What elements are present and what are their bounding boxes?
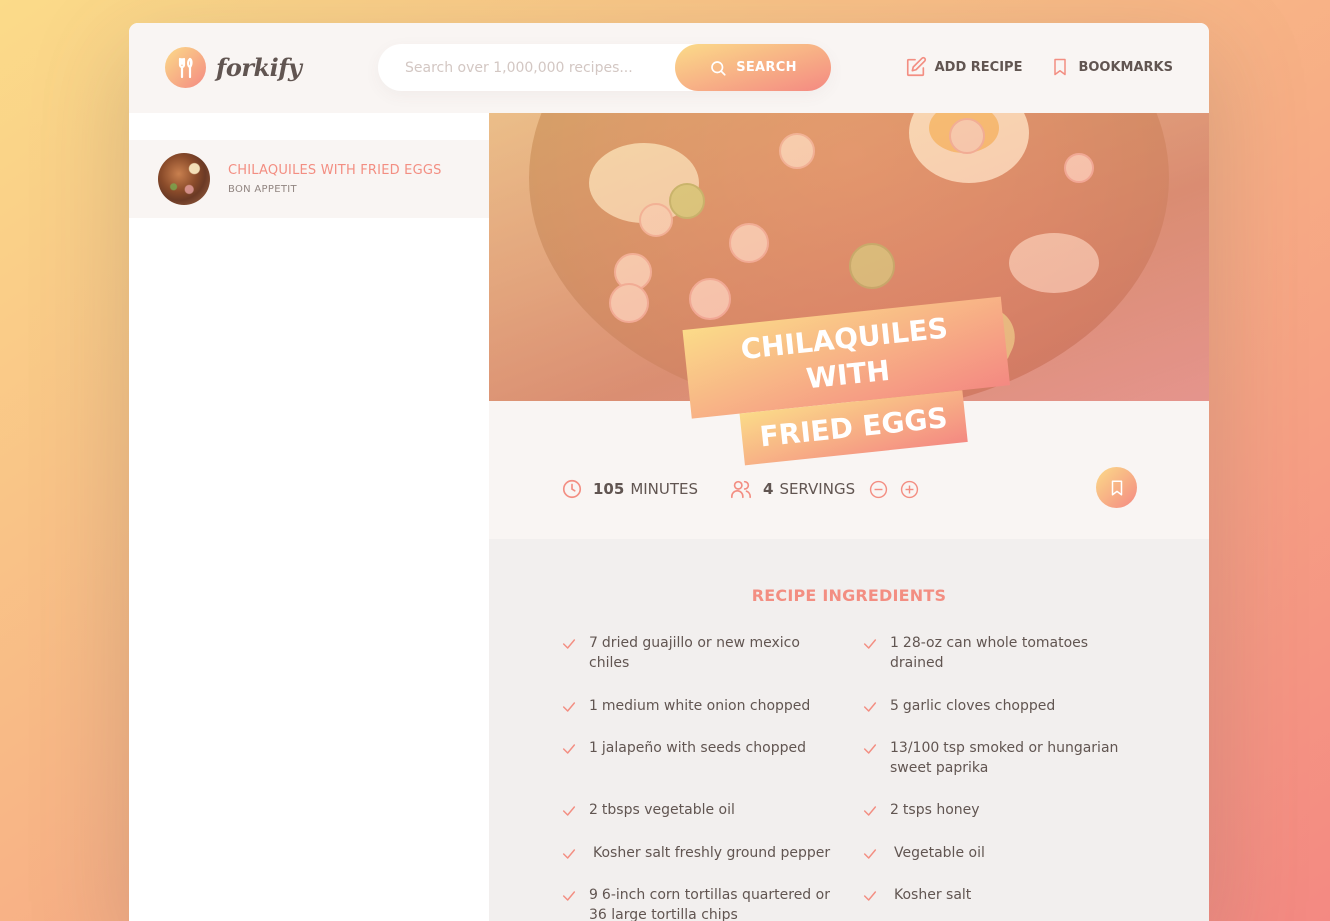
search-form: SEARCH	[378, 44, 831, 91]
cooking-time: 105 MINUTES	[561, 478, 698, 500]
check-icon	[863, 744, 877, 754]
users-icon	[731, 480, 751, 499]
bookmark-icon	[1054, 58, 1067, 76]
ingredient-description: Vegetable oil	[894, 844, 985, 861]
increase-servings-button[interactable]	[900, 480, 929, 499]
fork-knife-icon	[165, 47, 206, 88]
ingredient-quantity: 5	[890, 697, 899, 714]
servings-value: 4	[763, 480, 774, 498]
ingredient-item: 13/100 tsp smoked or hungarian sweet papr…	[862, 738, 1141, 779]
result-publisher: BON APPETIT	[228, 184, 297, 195]
ingredient-quantity: 9	[589, 887, 598, 904]
ingredient-item: 5 garlic cloves chopped	[862, 696, 1141, 716]
ingredient-item: Kosher salt	[862, 885, 1141, 921]
search-input[interactable]	[378, 59, 668, 76]
recipe-view: CHILAQUILES WITH FRIED EGGS 105 MINUTES …	[489, 113, 1209, 921]
decrease-servings-button[interactable]	[869, 480, 898, 499]
clock-icon	[562, 479, 582, 499]
ingredient-item: 9 6-inch corn tortillas quartered or 36 l…	[561, 885, 862, 921]
ingredients-heading: RECIPE INGREDIENTS	[751, 586, 947, 605]
ingredient-description: tbsps vegetable oil	[601, 802, 735, 819]
ingredient-quantity: 13/100	[890, 739, 940, 756]
ingredient-quantity: 2	[589, 802, 598, 819]
ingredient-quantity: 2	[890, 802, 899, 819]
ingredient-quantity: 7	[589, 635, 598, 651]
check-icon	[863, 806, 877, 817]
ingredient-item: 2 tbsps vegetable oil	[561, 800, 862, 820]
search-button-label: SEARCH	[736, 60, 797, 75]
ingredient-quantity: 1	[589, 697, 598, 714]
bookmarks-label: BOOKMARKS	[1078, 59, 1173, 75]
servings-label: SERVINGS	[779, 480, 856, 498]
recipe-ingredients: RECIPE INGREDIENTS 7 dried guajillo or ne…	[489, 539, 1209, 921]
nav: ADD RECIPE BOOKMARKS	[905, 56, 1173, 78]
servings: 4 SERVINGS	[729, 478, 929, 500]
result-title: CHILAQUILES WITH FRIED EGGS	[228, 163, 442, 178]
check-icon	[863, 701, 877, 712]
result-item[interactable]: CHILAQUILES WITH FRIED EGGS BON APPETIT	[129, 140, 489, 218]
ingredient-item: 1 jalapeño with seeds chopped	[561, 738, 862, 779]
check-icon	[863, 639, 877, 649]
ingredient-description: Kosher salt freshly ground pepper	[593, 844, 831, 861]
ingredient-item: 1 medium white onion chopped	[561, 696, 862, 716]
ingredient-item: 1 28-oz can whole tomatoes drained	[862, 633, 1141, 674]
ingredient-item: Vegetable oil	[862, 843, 1141, 863]
ingredient-list: 7 dried guajillo or new mexico chiles 1 28-…	[561, 633, 1141, 921]
check-icon	[863, 849, 877, 859]
ingredient-quantity: 1	[890, 635, 899, 651]
add-recipe-button[interactable]: ADD RECIPE	[905, 56, 1023, 78]
ingredient-description: jalapeño with seeds chopped	[601, 739, 806, 756]
ingredient-description: dried guajillo or new mexico chiles	[589, 635, 800, 672]
bookmarks-button[interactable]: BOOKMARKS	[1050, 56, 1173, 78]
ingredient-description: tsps honey	[902, 802, 980, 819]
ingredient-description: 6-inch corn tortillas quartered or 36 la…	[589, 887, 830, 921]
check-icon	[562, 744, 576, 754]
app-container: forkify SEARCH ADD RECIPE	[129, 23, 1209, 921]
bookmark-recipe-button[interactable]	[1096, 467, 1137, 508]
minus-circle-icon	[869, 480, 888, 498]
search-results: CHILAQUILES WITH FRIED EGGS BON APPETIT	[129, 113, 489, 921]
search-button[interactable]: SEARCH	[675, 44, 831, 91]
bookmark-icon	[1111, 480, 1122, 495]
check-icon	[863, 891, 877, 901]
logo-text: forkify	[216, 53, 302, 82]
minutes-value: 105	[593, 480, 625, 498]
ingredient-item: 2 tsps honey	[862, 800, 1141, 820]
ingredient-item: Kosher salt freshly ground pepper	[561, 843, 862, 863]
check-icon	[562, 891, 576, 901]
ingredient-description: Kosher salt	[894, 887, 972, 904]
logo[interactable]: forkify	[165, 47, 302, 88]
header: forkify SEARCH ADD RECIPE	[129, 23, 1209, 113]
edit-icon	[906, 56, 926, 77]
add-recipe-label: ADD RECIPE	[934, 59, 1023, 75]
ingredient-description: garlic cloves chopped	[902, 697, 1056, 714]
plus-circle-icon	[900, 480, 919, 498]
check-icon	[562, 639, 576, 649]
check-icon	[562, 701, 576, 712]
search-icon	[711, 60, 726, 76]
ingredient-item: 7 dried guajillo or new mexico chiles	[561, 633, 862, 674]
ingredient-quantity: 1	[589, 739, 598, 756]
check-icon	[562, 849, 576, 859]
minutes-label: MINUTES	[630, 480, 699, 498]
check-icon	[562, 806, 576, 817]
ingredient-description: medium white onion chopped	[601, 697, 811, 714]
recipe-details: 105 MINUTES 4 SERVINGS	[489, 401, 1209, 539]
result-thumbnail	[158, 153, 210, 205]
ingredient-description: 28-oz can whole tomatoes drained	[890, 635, 1089, 672]
